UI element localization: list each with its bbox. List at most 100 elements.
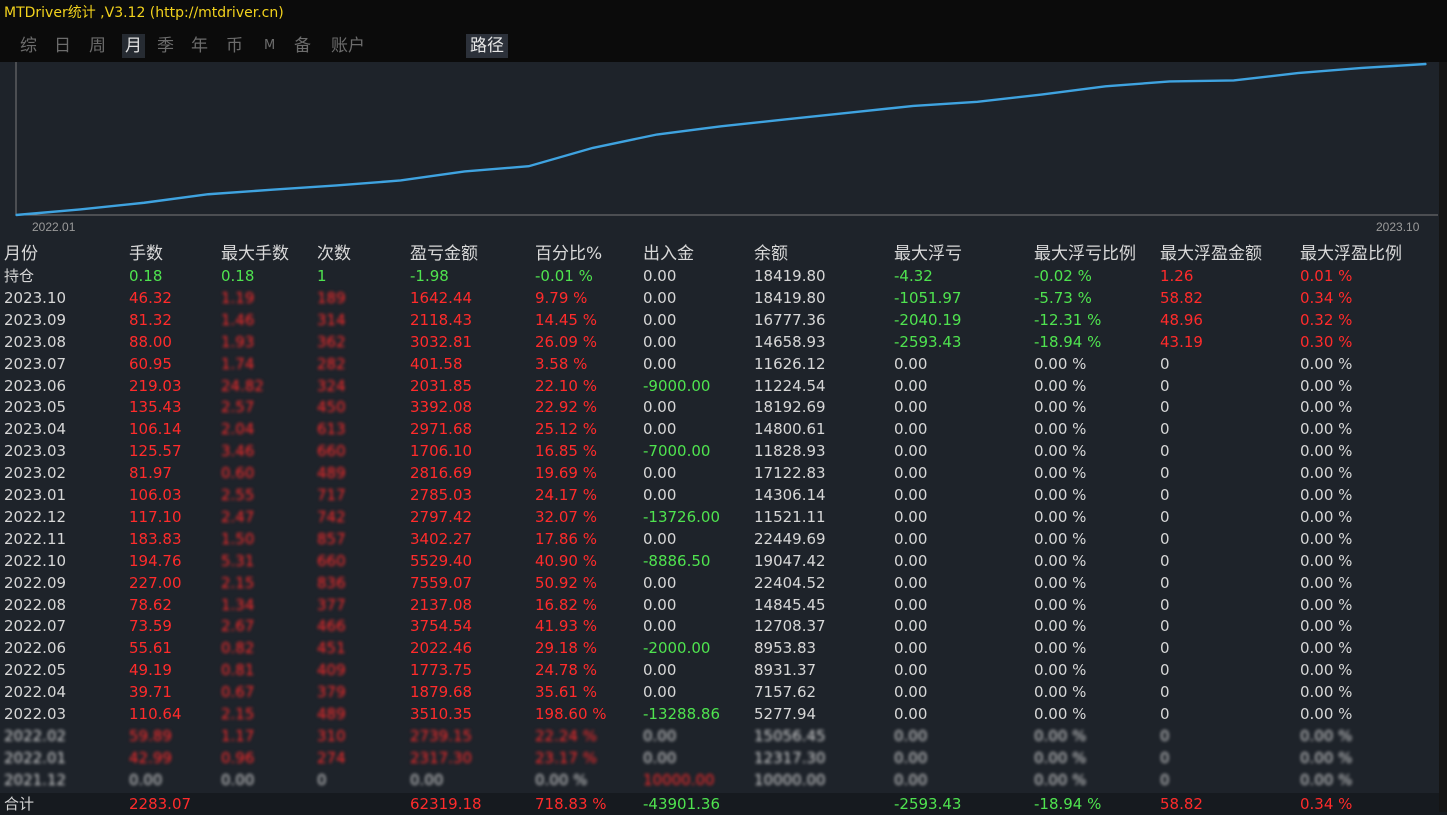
table-row[interactable]: 2023.06 219.03 24.82 324 2031.85 22.10 % -9000… bbox=[0, 375, 1447, 397]
tab-1[interactable]: 日 bbox=[54, 34, 71, 58]
table-row[interactable]: 2023.10 46.32 1.19 189 1642.44 9.79 % 0.00 1841… bbox=[0, 287, 1447, 309]
column-header[interactable]: 手数 bbox=[129, 242, 163, 266]
balance-point-2023.04 bbox=[1040, 93, 1043, 96]
table-row[interactable]: 2022.03 110.64 2.15 489 3510.35 198.60 % -1328… bbox=[0, 703, 1447, 725]
table-row[interactable]: 2022.10 194.76 5.31 660 5529.40 40.90 % -8886.… bbox=[0, 550, 1447, 572]
column-header[interactable]: 月份 bbox=[4, 242, 38, 266]
table-cell: 0.00 % bbox=[1300, 573, 1353, 592]
table-row[interactable]: 2022.09 227.00 2.15 836 7559.07 50.92 % 0.00 22… bbox=[0, 572, 1447, 594]
table-cell: 0.00 % bbox=[1300, 507, 1353, 526]
table-cell: 0 bbox=[1160, 464, 1170, 483]
table-cell: 14800.61 bbox=[754, 420, 826, 439]
table-cell: 14306.14 bbox=[754, 486, 826, 504]
table-cell: 0 bbox=[1160, 398, 1170, 417]
balance-point-2023.05 bbox=[1104, 85, 1107, 88]
table-cell: 0.00 bbox=[894, 705, 928, 723]
tab-0[interactable]: 综 bbox=[20, 34, 37, 58]
table-row[interactable]: 2023.09 81.32 1.46 314 2118.43 14.45 % 0.00 167… bbox=[0, 309, 1447, 331]
table-row[interactable]: 2023.01 106.03 2.55 717 2785.03 24.17 % 0.00 14… bbox=[0, 484, 1447, 506]
table-row[interactable]: 2022.05 49.19 0.81 409 1773.75 24.78 % 0.00 893… bbox=[0, 659, 1447, 681]
tab-7[interactable]: M bbox=[264, 34, 275, 58]
table-cell: 0.00 bbox=[643, 573, 677, 592]
balance-point-2023.07 bbox=[1232, 79, 1235, 82]
column-header[interactable]: 最大浮亏 bbox=[894, 242, 962, 266]
column-header[interactable]: 余额 bbox=[754, 242, 788, 266]
table-row[interactable]: 2023.04 106.14 2.04 613 2971.68 25.12 % 0.00 14… bbox=[0, 418, 1447, 440]
table-cell: 10000.00 bbox=[754, 770, 826, 789]
table-cell: 60.95 bbox=[129, 354, 172, 373]
table-cell: 0.00 bbox=[643, 748, 677, 767]
table-cell: 18419.80 bbox=[754, 267, 826, 285]
table-cell: 22.24 % bbox=[535, 726, 597, 745]
table-cell: 2.15 bbox=[221, 573, 255, 592]
table-row[interactable]: 2023.03 125.57 3.46 660 1706.10 16.85 % -7000.… bbox=[0, 440, 1447, 462]
column-header[interactable]: 最大手数 bbox=[221, 242, 289, 266]
table-cell: 1.46 bbox=[221, 310, 255, 329]
table-cell: 0.00 bbox=[221, 770, 255, 789]
table-cell: 0.00 bbox=[643, 661, 677, 680]
table-cell: 0.00 bbox=[894, 551, 928, 570]
table-row[interactable]: 2022.12 117.10 2.47 742 2797.42 32.07 % -13726… bbox=[0, 506, 1447, 528]
column-header[interactable]: 次数 bbox=[317, 242, 351, 266]
balance-point-2022.06 bbox=[399, 179, 402, 182]
tab-5[interactable]: 年 bbox=[191, 34, 208, 58]
table-cell: 2317.30 bbox=[410, 748, 473, 767]
table-cell: 2022.05 bbox=[4, 661, 67, 680]
table-row[interactable]: 2022.08 78.62 1.34 377 2137.08 16.82 % 0.00 148… bbox=[0, 594, 1447, 616]
tab-8[interactable]: 备 bbox=[294, 34, 311, 58]
table-cell: 836 bbox=[317, 573, 346, 592]
table-cell: 0.00 % bbox=[1034, 573, 1087, 592]
table-row[interactable]: 2023.07 60.95 1.74 282 401.58 3.58 % 0.00 11626… bbox=[0, 353, 1447, 375]
table-row[interactable]: 2021.12 0.00 0.00 0 0.00 0.00 % 10000.00 10000.… bbox=[0, 769, 1447, 791]
table-row[interactable]: 2022.06 55.61 0.82 451 2022.46 29.18 % -2000.0… bbox=[0, 637, 1447, 659]
table-cell: 10000.00 bbox=[643, 770, 715, 789]
table-cell: 12708.37 bbox=[754, 617, 826, 636]
table-cell: 5529.40 bbox=[410, 551, 473, 570]
table-row[interactable]: 2023.08 88.00 1.93 362 3032.81 26.09 % 0.00 146… bbox=[0, 331, 1447, 353]
tab-6[interactable]: 币 bbox=[226, 34, 243, 58]
column-header[interactable]: 最大浮亏比例 bbox=[1034, 242, 1136, 266]
table-cell: 19.69 % bbox=[535, 464, 597, 483]
balance-point-2022.08 bbox=[527, 165, 530, 168]
table-cell: 2023.03 bbox=[4, 442, 67, 461]
table-row[interactable]: 2022.01 42.99 0.96 274 2317.30 23.17 % 0.00 123… bbox=[0, 747, 1447, 769]
column-header[interactable]: 百分比% bbox=[535, 242, 602, 266]
table-row[interactable]: 2023.05 135.43 2.57 450 3392.08 22.92 % 0.00 18… bbox=[0, 396, 1447, 418]
table-row[interactable]: 2022.11 183.83 1.50 857 3402.27 17.86 % 0.00 22… bbox=[0, 528, 1447, 550]
table-row[interactable]: 持仓 0.18 0.18 1 -1.98 -0.01 % 0.00 18419.80 -4.32… bbox=[0, 265, 1447, 287]
tab-3[interactable]: 月 bbox=[122, 34, 145, 58]
table-cell: 2797.42 bbox=[410, 507, 473, 526]
table-cell: 0.00 bbox=[894, 748, 928, 767]
table-cell: 22.92 % bbox=[535, 398, 597, 417]
table-cell: 2022.07 bbox=[4, 617, 67, 636]
table-cell: 16777.36 bbox=[754, 310, 826, 329]
tab-9[interactable]: 账户 bbox=[331, 34, 365, 58]
table-row[interactable]: 2023.02 81.97 0.60 489 2816.69 19.69 % 0.00 171… bbox=[0, 462, 1447, 484]
table-cell: 489 bbox=[317, 464, 346, 483]
column-header[interactable]: 最大浮盈金额 bbox=[1160, 242, 1262, 266]
table-row[interactable]: 2022.04 39.71 0.67 379 1879.68 35.61 % 0.00 715… bbox=[0, 681, 1447, 703]
table-cell: 2022.04 bbox=[4, 683, 67, 702]
table-row[interactable]: 2022.02 59.89 1.17 310 2739.15 22.24 % 0.00 150… bbox=[0, 725, 1447, 747]
table-cell: 24.82 bbox=[221, 376, 264, 395]
tab-2[interactable]: 周 bbox=[89, 34, 106, 58]
table-cell: 0 bbox=[1160, 683, 1170, 702]
table-cell: 2.67 bbox=[221, 617, 255, 636]
window-title-bar: MTDriver统计 ,V3.12 (http://mtdriver.cn) bbox=[0, 0, 1447, 28]
table-cell: 9.79 % bbox=[535, 288, 588, 307]
column-header[interactable]: 盈亏金额 bbox=[410, 242, 478, 266]
table-row[interactable]: 2022.07 73.59 2.67 466 3754.54 41.93 % 0.00 127… bbox=[0, 615, 1447, 637]
table-cell: 0.00 % bbox=[1300, 705, 1353, 723]
table-cell: 0.00 % bbox=[1300, 683, 1353, 702]
table-cell: 377 bbox=[317, 595, 346, 614]
column-header[interactable]: 最大浮盈比例 bbox=[1300, 242, 1402, 266]
table-cell: -7000.00 bbox=[643, 442, 711, 461]
tab-4[interactable]: 季 bbox=[157, 34, 174, 58]
table-cell: 3392.08 bbox=[410, 398, 473, 417]
balance-point-2023.02 bbox=[912, 105, 915, 107]
path-button[interactable]: 路径 bbox=[466, 34, 508, 58]
table-cell: 0 bbox=[1160, 617, 1170, 636]
table-cell: 14845.45 bbox=[754, 595, 826, 614]
table-cell: 0 bbox=[1160, 748, 1170, 767]
column-header[interactable]: 出入金 bbox=[643, 242, 694, 266]
